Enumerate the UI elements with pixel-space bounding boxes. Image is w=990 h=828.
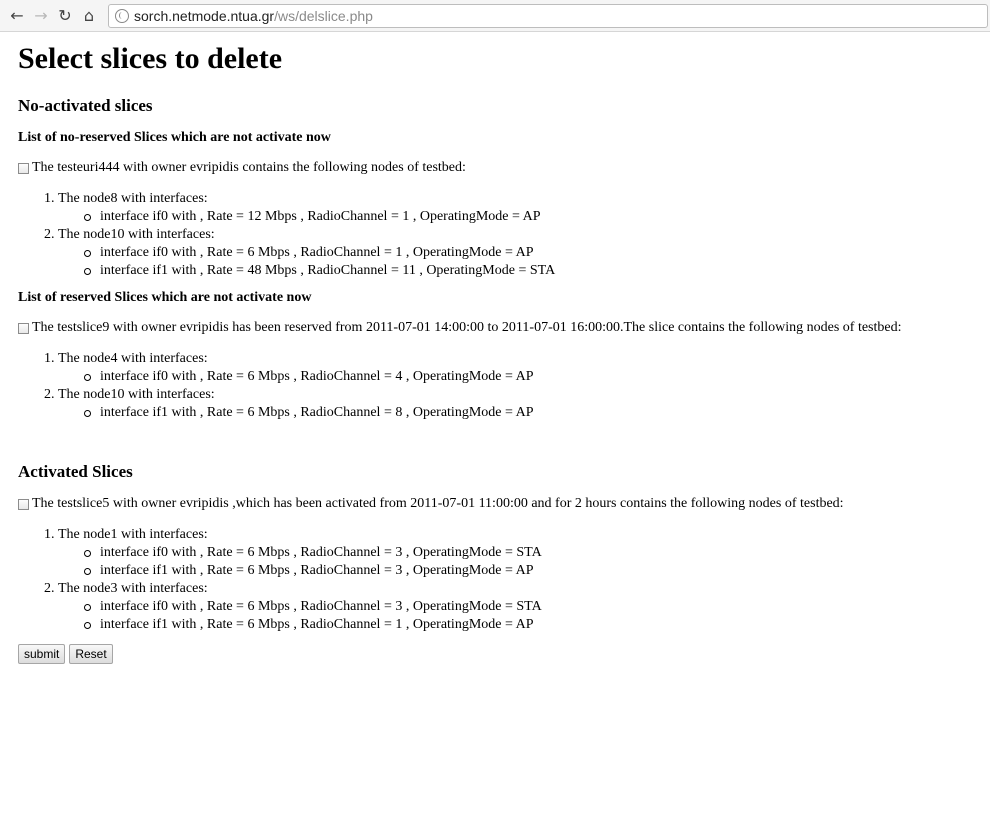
interface-list: interface if0 with , Rate = 12 Mbps , Ra…	[58, 208, 972, 226]
interface-list: interface if0 with , Rate = 6 Mbps , Rad…	[58, 368, 972, 386]
interface-list: interface if0 with , Rate = 6 Mbps , Rad…	[58, 544, 972, 580]
slice-description: The testslice9 with owner evripidis has …	[32, 320, 902, 335]
page-title: Select slices to delete	[18, 42, 283, 75]
node-list: The node8 with interfaces: interface if0…	[18, 190, 972, 280]
interface-list: interface if1 with , Rate = 6 Mbps , Rad…	[58, 404, 972, 422]
page-content: Select slices to delete No-activated sli…	[0, 42, 990, 664]
url-host: sorch.netmode.ntua.gr	[134, 7, 275, 24]
back-arrow-icon[interactable]: ←	[6, 5, 28, 27]
globe-icon	[115, 8, 129, 23]
interface-list: interface if0 with , Rate = 6 Mbps , Rad…	[58, 598, 972, 634]
no-activated-heading: No-activated slices	[18, 96, 153, 115]
node-list: The node4 with interfaces: interface if0…	[18, 350, 972, 422]
node-item: The node10 with interfaces: interface if…	[58, 226, 972, 280]
slice-checkbox[interactable]	[18, 498, 29, 510]
interface-item: interface if0 with , Rate = 6 Mbps , Rad…	[84, 598, 972, 616]
node-item: The node4 with interfaces: interface if0…	[58, 350, 972, 386]
slice-checkbox[interactable]	[18, 322, 29, 334]
interface-list: interface if0 with , Rate = 6 Mbps , Rad…	[58, 244, 972, 280]
slice-checkbox[interactable]	[18, 162, 29, 174]
interface-item: interface if1 with , Rate = 48 Mbps , Ra…	[84, 262, 972, 280]
browser-toolbar: ← → ↻ ⌂ sorch.netmode.ntua.gr/ws/delslic…	[0, 0, 990, 32]
node-item: The node10 with interfaces: interface if…	[58, 386, 972, 422]
forward-arrow-icon[interactable]: →	[30, 5, 52, 27]
interface-item: interface if1 with , Rate = 6 Mbps , Rad…	[84, 562, 972, 580]
slice-description: The testeuri444 with owner evripidis con…	[32, 160, 466, 175]
home-icon[interactable]: ⌂	[78, 5, 100, 27]
submit-button[interactable]: submit	[18, 644, 66, 664]
slice-testslice5: The testslice5 with owner evripidis ,whi…	[18, 496, 972, 512]
interface-item: interface if0 with , Rate = 6 Mbps , Rad…	[84, 368, 972, 386]
node-label: The node3 with interfaces:	[58, 581, 208, 596]
address-bar[interactable]: sorch.netmode.ntua.gr/ws/delslice.php	[108, 3, 988, 28]
node-item: The node3 with interfaces: interface if0…	[58, 580, 972, 634]
interface-item: interface if0 with , Rate = 12 Mbps , Ra…	[84, 208, 972, 226]
slice-description: The testslice5 with owner evripidis ,whi…	[32, 496, 844, 511]
reload-icon[interactable]: ↻	[54, 5, 76, 27]
activated-heading: Activated Slices	[18, 462, 133, 481]
interface-item: interface if0 with , Rate = 6 Mbps , Rad…	[84, 544, 972, 562]
node-label: The node8 with interfaces:	[58, 191, 208, 206]
no-reserved-heading: List of no-reserved Slices which are not…	[18, 130, 331, 145]
node-label: The node4 with interfaces:	[58, 351, 208, 366]
url-path: /ws/delslice.php	[274, 7, 373, 24]
node-label: The node10 with interfaces:	[58, 387, 215, 402]
form-buttons: submit Reset	[18, 644, 972, 664]
slice-testeuri444: The testeuri444 with owner evripidis con…	[18, 160, 972, 176]
reserved-heading: List of reserved Slices which are not ac…	[18, 290, 312, 305]
reset-button[interactable]: Reset	[69, 644, 113, 664]
node-list: The node1 with interfaces: interface if0…	[18, 526, 972, 634]
node-label: The node10 with interfaces:	[58, 227, 215, 242]
slice-testslice9: The testslice9 with owner evripidis has …	[18, 320, 972, 336]
node-label: The node1 with interfaces:	[58, 527, 208, 542]
interface-item: interface if1 with , Rate = 6 Mbps , Rad…	[84, 404, 972, 422]
node-item: The node8 with interfaces: interface if0…	[58, 190, 972, 226]
interface-item: interface if0 with , Rate = 6 Mbps , Rad…	[84, 244, 972, 262]
node-item: The node1 with interfaces: interface if0…	[58, 526, 972, 580]
interface-item: interface if1 with , Rate = 6 Mbps , Rad…	[84, 616, 972, 634]
